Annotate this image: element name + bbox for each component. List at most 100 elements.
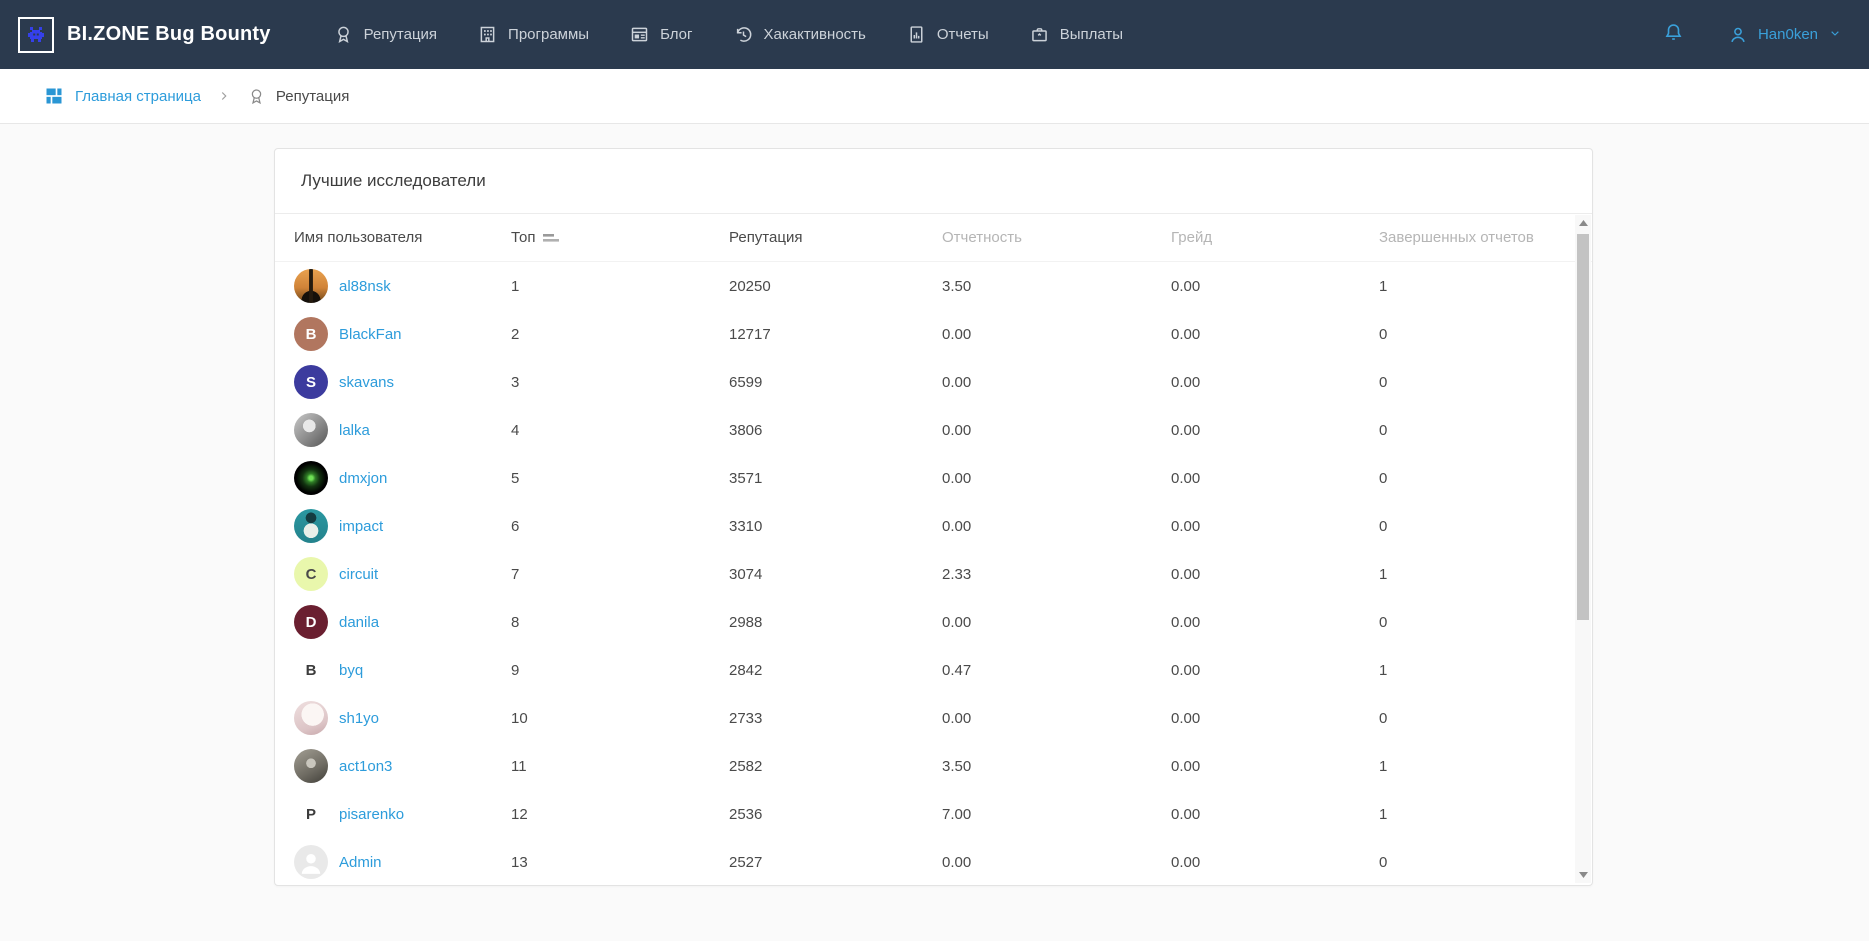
nav-item-payouts[interactable]: Выплаты <box>1029 24 1123 45</box>
table-row: Sskavans365990.000.000 <box>275 358 1592 406</box>
user-link[interactable]: byq <box>339 662 363 679</box>
cell-completed: 0 <box>1379 854 1592 871</box>
table-row: al88nsk1202503.500.001 <box>275 262 1592 310</box>
nav-item-programs[interactable]: Программы <box>477 24 589 45</box>
scrollbar-thumb[interactable] <box>1577 234 1589 620</box>
cell-grade: 0.00 <box>1171 806 1379 823</box>
user-link[interactable]: BlackFan <box>339 326 402 343</box>
dashboard-icon <box>44 86 64 106</box>
breadcrumb-home-link[interactable]: Главная страница <box>44 86 201 106</box>
medal-icon <box>333 24 354 45</box>
table-row: impact633100.000.000 <box>275 502 1592 550</box>
cell-grade: 0.00 <box>1171 854 1379 871</box>
user-link[interactable]: circuit <box>339 566 378 583</box>
building-icon <box>477 24 498 45</box>
table-header: Имя пользователя Топ Репутация Отчетност… <box>275 214 1592 262</box>
col-header-grade[interactable]: Грейд <box>1171 229 1379 246</box>
bizone-logo[interactable] <box>18 17 54 53</box>
bug-logo-icon <box>24 23 48 47</box>
top-navbar: BI.ZONE Bug Bounty Репутация Программы Б… <box>0 0 1869 69</box>
report-icon <box>906 24 927 45</box>
medal-icon <box>247 87 266 106</box>
cell-reporting: 0.00 <box>942 374 1171 391</box>
col-header-reputation[interactable]: Репутация <box>729 229 942 246</box>
navbar-right: Han0ken <box>1662 21 1843 49</box>
breadcrumb-current-label: Репутация <box>276 88 349 105</box>
vertical-scrollbar[interactable] <box>1575 215 1591 883</box>
scroll-down-button[interactable] <box>1575 867 1591 883</box>
cell-reputation: 3310 <box>729 518 942 535</box>
user-link[interactable]: act1on3 <box>339 758 392 775</box>
cell-top: 9 <box>511 662 729 679</box>
top-researchers-card: Лучшие исследователи Имя пользователя То… <box>274 148 1593 886</box>
nav-item-hackactivity[interactable]: Хакактивность <box>733 24 866 45</box>
user-link[interactable]: al88nsk <box>339 278 391 295</box>
user-link[interactable]: lalka <box>339 422 370 439</box>
user-cell: Ccircuit <box>294 557 511 591</box>
cell-reputation: 6599 <box>729 374 942 391</box>
nav-item-reports[interactable]: Отчеты <box>906 24 989 45</box>
bell-icon <box>1662 21 1685 44</box>
user-link[interactable]: skavans <box>339 374 394 391</box>
nav-item-reputation[interactable]: Репутация <box>333 24 437 45</box>
cell-reputation: 2536 <box>729 806 942 823</box>
avatar <box>294 701 328 735</box>
nav-item-label: Выплаты <box>1060 26 1123 43</box>
user-menu[interactable]: Han0ken <box>1727 24 1843 46</box>
cell-reporting: 0.00 <box>942 614 1171 631</box>
user-link[interactable]: impact <box>339 518 383 535</box>
cell-top: 7 <box>511 566 729 583</box>
cell-reputation: 2582 <box>729 758 942 775</box>
avatar: C <box>294 557 328 591</box>
nav-item-blog[interactable]: Блог <box>629 24 692 45</box>
user-cell: dmxjon <box>294 461 511 495</box>
user-link[interactable]: pisarenko <box>339 806 404 823</box>
user-link[interactable]: sh1yo <box>339 710 379 727</box>
avatar: D <box>294 605 328 639</box>
user-icon <box>1727 24 1749 46</box>
user-link[interactable]: danila <box>339 614 379 631</box>
cell-reputation: 20250 <box>729 278 942 295</box>
table-row: lalka438060.000.000 <box>275 406 1592 454</box>
user-link[interactable]: dmxjon <box>339 470 387 487</box>
card-title: Лучшие исследователи <box>301 171 486 191</box>
cell-grade: 0.00 <box>1171 470 1379 487</box>
triangle-down-icon <box>1579 872 1588 878</box>
notifications-button[interactable] <box>1662 21 1685 49</box>
table-row: sh1yo1027330.000.000 <box>275 694 1592 742</box>
breadcrumb: Главная страница Репутация <box>0 69 1869 124</box>
cell-grade: 0.00 <box>1171 374 1379 391</box>
col-header-username[interactable]: Имя пользователя <box>294 229 511 246</box>
cell-top: 10 <box>511 710 729 727</box>
cell-reporting: 2.33 <box>942 566 1171 583</box>
user-cell: B BlackFan <box>294 317 511 351</box>
cell-reputation: 3806 <box>729 422 942 439</box>
cell-reporting: 3.50 <box>942 278 1171 295</box>
cell-reporting: 0.00 <box>942 422 1171 439</box>
card-header: Лучшие исследователи <box>275 149 1592 214</box>
cell-completed: 0 <box>1379 326 1592 343</box>
table-row: Admin1325270.000.000 <box>275 838 1592 886</box>
cell-reputation: 3571 <box>729 470 942 487</box>
user-link[interactable]: Admin <box>339 854 382 871</box>
cell-reporting: 0.00 <box>942 326 1171 343</box>
cell-top: 5 <box>511 470 729 487</box>
cell-reporting: 0.00 <box>942 710 1171 727</box>
avatar: B <box>294 653 328 687</box>
avatar: B <box>294 317 328 351</box>
avatar <box>294 749 328 783</box>
col-header-top[interactable]: Топ <box>511 229 729 246</box>
table-row: dmxjon535710.000.000 <box>275 454 1592 502</box>
cell-grade: 0.00 <box>1171 566 1379 583</box>
table-row: Ddanila829880.000.000 <box>275 598 1592 646</box>
cell-reputation: 2842 <box>729 662 942 679</box>
scroll-up-button[interactable] <box>1575 215 1591 231</box>
blog-icon <box>629 24 650 45</box>
avatar <box>294 509 328 543</box>
cell-reputation: 12717 <box>729 326 942 343</box>
breadcrumb-separator-icon <box>217 89 231 103</box>
user-cell: act1on3 <box>294 749 511 783</box>
col-header-reporting[interactable]: Отчетность <box>942 229 1171 246</box>
avatar <box>294 269 328 303</box>
col-header-completed[interactable]: Завершенных отчетов <box>1379 229 1592 246</box>
